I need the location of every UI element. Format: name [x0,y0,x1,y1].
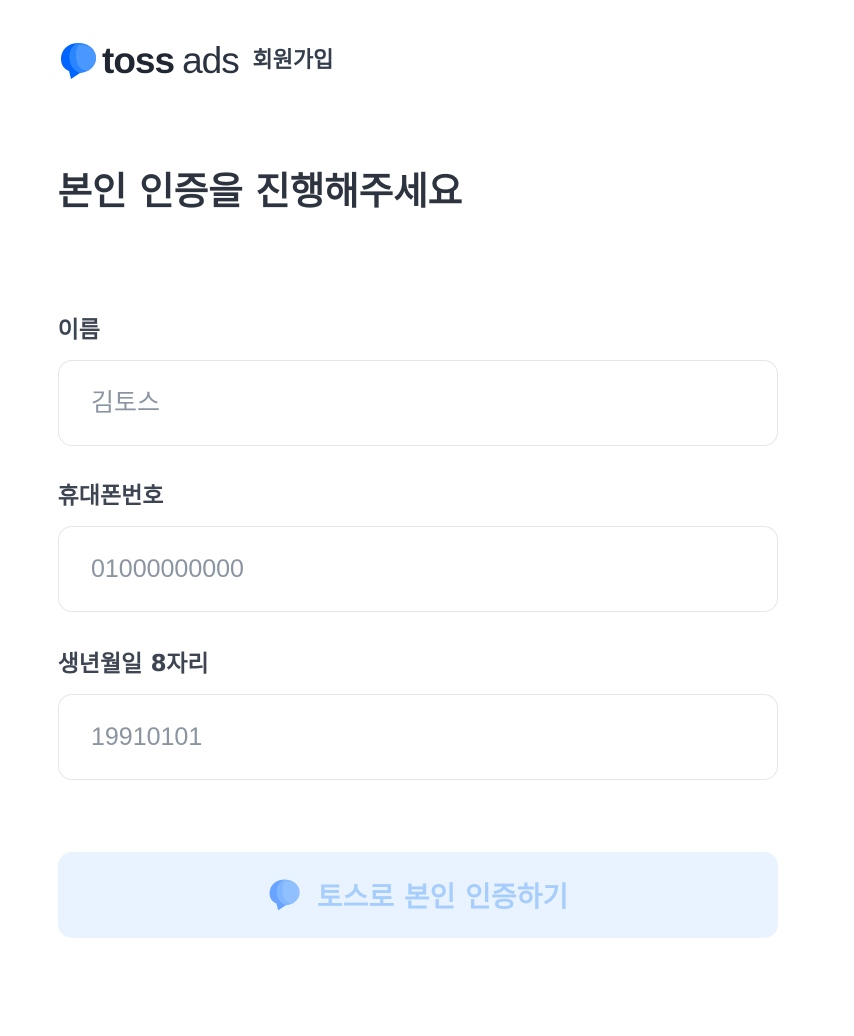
header: toss ads 회원가입 [58,38,334,84]
name-input[interactable] [58,360,778,446]
toss-verify-button[interactable]: 토스로 본인 인증하기 [58,852,778,938]
brand-wordmark[interactable]: toss ads [102,38,240,84]
toss-logo-icon [269,879,300,911]
toss-verify-button-label: 토스로 본인 인증하기 [317,880,569,913]
brand-bold-text: toss [102,40,175,81]
toss-logo-icon [61,43,96,79]
signup-page: tossads 회원가입 본인 인증을 진행해주세요 이름 휴대폰번호 생년월일… [0,0,854,1036]
section-label: 회원가입 [252,48,334,73]
phone-input[interactable] [58,526,778,612]
birthdate-input[interactable] [58,694,778,780]
name-label: 이름 [58,317,101,343]
brand-light-text: ads [182,40,240,81]
page-title: 본인 인증을 진행해주세요 [58,169,463,213]
birthdate-label: 생년월일 8자리 [58,651,209,677]
phone-label: 휴대폰번호 [58,483,164,509]
